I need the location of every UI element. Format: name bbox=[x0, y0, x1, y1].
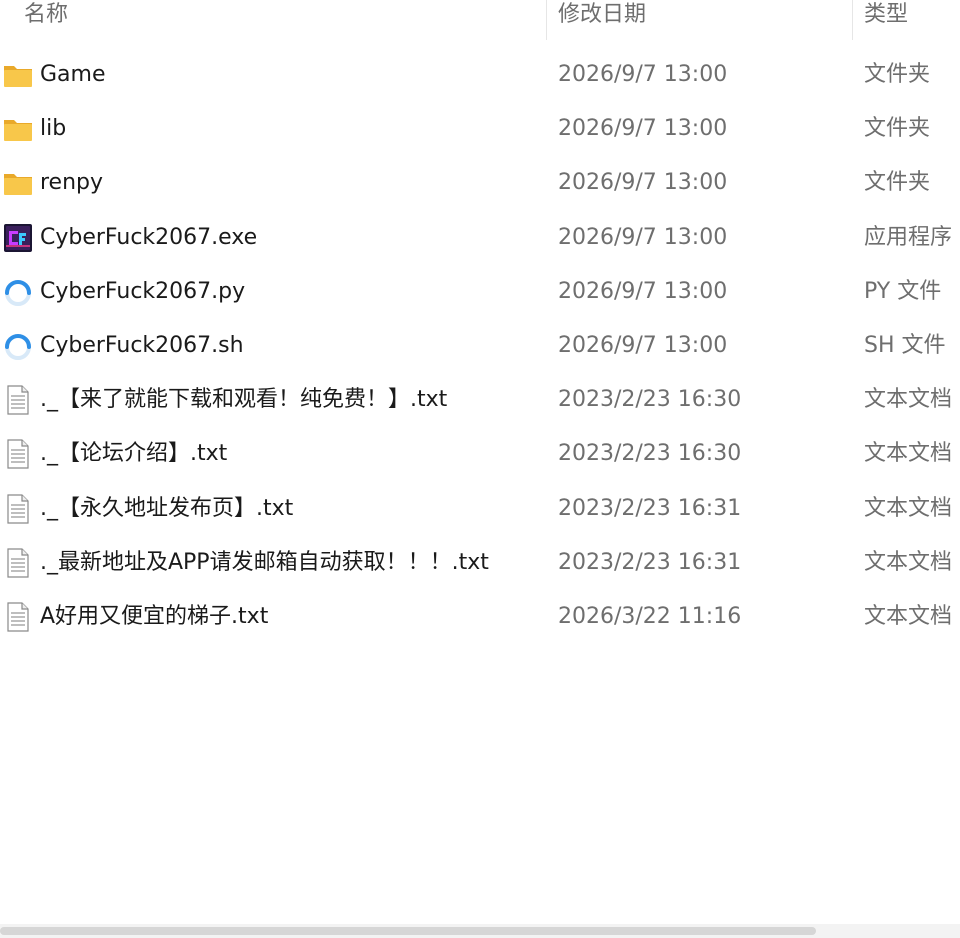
file-list: Game 2026/9/7 13:00 文件夹 lib 2026/9/7 13:… bbox=[0, 48, 960, 644]
file-name: ._【论坛介绍】.txt bbox=[40, 441, 228, 467]
file-type: SH 文件 bbox=[864, 332, 946, 358]
horizontal-scrollbar[interactable] bbox=[0, 924, 960, 938]
file-row-renpy[interactable]: renpy 2026/9/7 13:00 文件夹 bbox=[0, 156, 960, 210]
column-divider[interactable] bbox=[546, 0, 547, 40]
file-row-py[interactable]: CyberFuck2067.py 2026/9/7 13:00 PY 文件 bbox=[0, 265, 960, 319]
file-name: ._【来了就能下载和观看！纯免费！】.txt bbox=[40, 387, 448, 413]
folder-icon bbox=[2, 60, 34, 90]
file-row-txt[interactable]: ._最新地址及APP请发邮箱自动获取！！！.txt 2023/2/23 16:3… bbox=[0, 536, 960, 590]
text-document-icon bbox=[2, 602, 34, 632]
file-date-modified: 2023/2/23 16:31 bbox=[558, 495, 742, 521]
file-type: 文本文档 bbox=[864, 603, 953, 629]
file-type: 文件夹 bbox=[864, 170, 931, 196]
folder-icon bbox=[2, 168, 34, 198]
file-row-txt[interactable]: A好用又便宜的梯子.txt 2026/3/22 11:16 文本文档 bbox=[0, 590, 960, 644]
loading-ring-icon bbox=[2, 277, 34, 307]
file-date-modified: 2026/9/7 13:00 bbox=[558, 116, 728, 142]
file-row-exe[interactable]: CyberFuck2067.exe 2026/9/7 13:00 应用程序 bbox=[0, 211, 960, 265]
file-row-txt[interactable]: ._【永久地址发布页】.txt 2023/2/23 16:31 文本文档 bbox=[0, 482, 960, 536]
file-type: PY 文件 bbox=[864, 278, 942, 304]
column-divider[interactable] bbox=[852, 0, 853, 40]
loading-ring-icon bbox=[2, 331, 34, 361]
text-document-icon bbox=[2, 385, 34, 415]
file-row-txt[interactable]: ._【来了就能下载和观看！纯免费！】.txt 2023/2/23 16:30 文… bbox=[0, 373, 960, 427]
file-type: 文件夹 bbox=[864, 62, 931, 87]
file-name: CyberFuck2067.sh bbox=[40, 332, 244, 358]
file-type: 文本文档 bbox=[864, 549, 953, 575]
text-document-icon bbox=[2, 493, 34, 524]
file-type: 文件夹 bbox=[864, 116, 931, 142]
file-name: renpy bbox=[40, 170, 104, 196]
file-date-modified: 2026/9/7 13:00 bbox=[558, 278, 728, 304]
folder-icon bbox=[2, 114, 34, 144]
file-name: lib bbox=[40, 116, 67, 142]
column-header-date-modified[interactable]: 修改日期 bbox=[558, 0, 646, 40]
file-row-txt[interactable]: ._【论坛介绍】.txt 2023/2/23 16:30 文本文档 bbox=[0, 427, 960, 481]
file-type: 应用程序 bbox=[864, 224, 953, 250]
file-name: Game bbox=[40, 62, 106, 87]
file-date-modified: 2023/2/23 16:30 bbox=[558, 441, 742, 467]
file-explorer: 名称 修改日期 类型 Game 2026/9/7 13:00 文件夹 lib 2… bbox=[0, 0, 960, 938]
file-row-game[interactable]: Game 2026/9/7 13:00 文件夹 bbox=[0, 48, 960, 102]
scrollbar-thumb[interactable] bbox=[0, 927, 816, 935]
file-date-modified: 2026/9/7 13:00 bbox=[558, 62, 728, 87]
file-row-sh[interactable]: CyberFuck2067.sh 2026/9/7 13:00 SH 文件 bbox=[0, 319, 960, 373]
text-document-icon bbox=[2, 548, 34, 578]
file-name: CyberFuck2067.exe bbox=[40, 224, 258, 250]
file-name: A好用又便宜的梯子.txt bbox=[40, 603, 269, 629]
column-header-type[interactable]: 类型 bbox=[864, 0, 908, 40]
file-date-modified: 2026/9/7 13:00 bbox=[558, 170, 728, 196]
file-name: ._【永久地址发布页】.txt bbox=[40, 495, 294, 521]
file-date-modified: 2023/2/23 16:30 bbox=[558, 387, 742, 413]
file-date-modified: 2026/3/22 11:16 bbox=[558, 603, 742, 629]
file-date-modified: 2026/9/7 13:00 bbox=[558, 332, 728, 358]
file-name: CyberFuck2067.py bbox=[40, 278, 246, 304]
file-date-modified: 2023/2/23 16:31 bbox=[558, 549, 742, 575]
text-document-icon bbox=[2, 439, 34, 469]
column-header-name[interactable]: 名称 bbox=[24, 0, 68, 40]
file-row-lib[interactable]: lib 2026/9/7 13:00 文件夹 bbox=[0, 102, 960, 156]
app-icon bbox=[2, 223, 34, 253]
file-date-modified: 2026/9/7 13:00 bbox=[558, 224, 728, 250]
file-name: ._最新地址及APP请发邮箱自动获取！！！.txt bbox=[40, 549, 489, 575]
column-header-bar: 名称 修改日期 类型 bbox=[0, 0, 960, 40]
file-type: 文本文档 bbox=[864, 387, 953, 413]
file-type: 文本文档 bbox=[864, 495, 953, 521]
file-type: 文本文档 bbox=[864, 441, 953, 467]
